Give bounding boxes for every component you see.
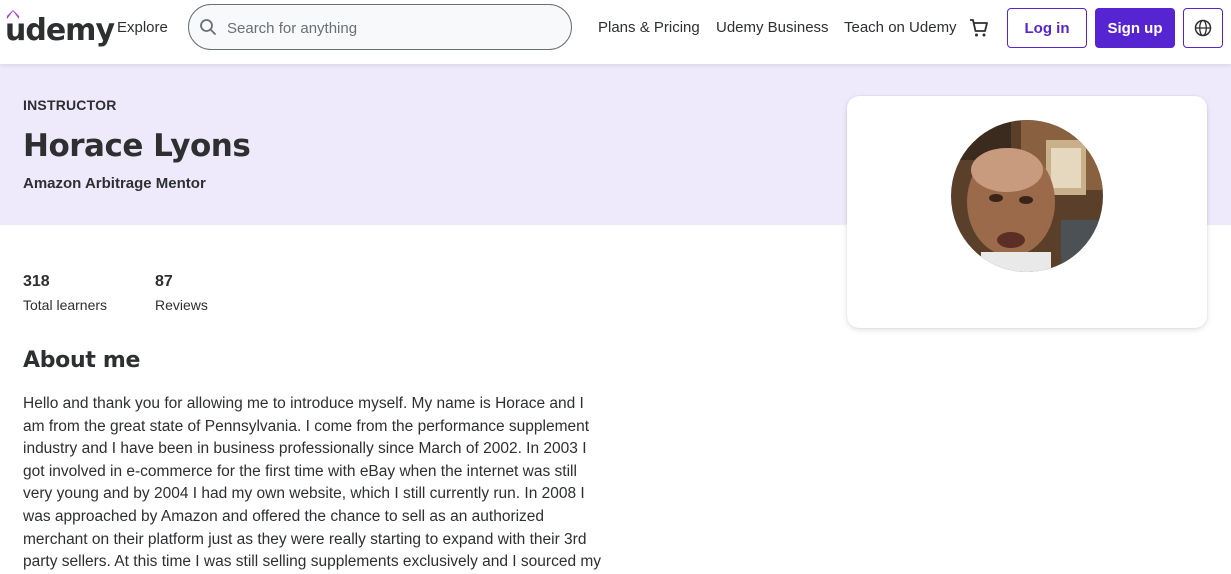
instructor-label: INSTRUCTOR — [23, 97, 117, 113]
explore-link[interactable]: Explore — [117, 18, 168, 38]
globe-icon — [1194, 19, 1212, 37]
about-line: industry and I have been in business pro… — [23, 440, 587, 458]
shopping-cart-icon[interactable] — [968, 17, 990, 39]
about-line: was approached by Amazon and offered the… — [23, 507, 545, 525]
language-button[interactable] — [1183, 8, 1223, 48]
udemy-logo[interactable]: udemy — [5, 10, 115, 50]
logo-hat-icon — [7, 10, 19, 19]
about-line: Hello and thank you for allowing me to i… — [23, 395, 584, 412]
avatar — [951, 120, 1103, 272]
stat-reviews-label: Reviews — [155, 297, 208, 313]
profile-card — [847, 96, 1207, 328]
login-button[interactable]: Log in — [1007, 8, 1087, 48]
top-nav: udemy Explore Plans & Pricing Udemy Busi… — [0, 0, 1231, 64]
search-input[interactable] — [225, 13, 559, 43]
about-text: Hello and thank you for allowing me to i… — [23, 393, 623, 574]
about-line: very young and by 2004 I had my own webs… — [23, 485, 585, 503]
plans-pricing-link[interactable]: Plans & Pricing — [598, 18, 700, 38]
about-line: party sellers. At this time I was still … — [23, 553, 602, 571]
stat-total-learners-label: Total learners — [23, 297, 108, 313]
instructor-headline: Amazon Arbitrage Mentor — [23, 175, 206, 192]
about-title: About me — [23, 348, 141, 373]
about-line: merchant on their platform just as they … — [23, 530, 587, 548]
signup-button[interactable]: Sign up — [1095, 8, 1175, 48]
stat-total-learners-value: 318 — [23, 273, 50, 290]
avatar-photo — [951, 120, 1103, 272]
logo-text: udemy — [5, 13, 115, 48]
about-line: am from the great state of Pennsylvania.… — [23, 417, 590, 435]
stat-reviews-value: 87 — [155, 273, 173, 290]
search-bar — [188, 4, 572, 50]
instructor-name: Horace Lyons — [23, 128, 251, 164]
teach-on-udemy-link[interactable]: Teach on Udemy — [844, 18, 957, 38]
udemy-business-link[interactable]: Udemy Business — [716, 18, 829, 38]
search-icon[interactable] — [199, 18, 217, 36]
about-line: got involved in e-commerce for the first… — [23, 462, 577, 480]
